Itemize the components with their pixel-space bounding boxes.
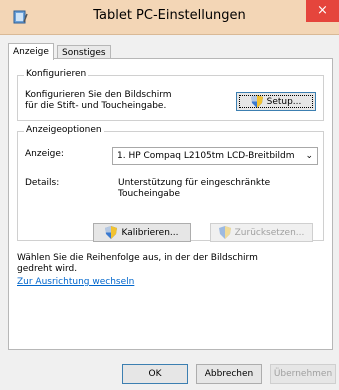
details-text-line1: Unterstützung für eingeschränkte [118,178,271,188]
display-options-legend: Anzeigeoptionen [24,125,104,135]
tablet-pc-icon [13,10,28,24]
configure-legend: Konfigurieren [24,69,89,79]
orientation-text-line1: Wählen Sie die Reihenfolge aus, in der d… [17,253,258,263]
display-select-value: 1. HP Compaq L2105tm LCD-Breitbildm [117,151,295,161]
orientation-link[interactable]: Zur Ausrichtung wechseln [17,277,134,288]
display-label: Anzeige: [25,149,64,159]
cancel-button[interactable]: Abbrechen [196,364,262,384]
orientation-text-line2: gedreht wird. [17,264,78,274]
uac-shield-icon [218,226,231,239]
tab-anzeige[interactable]: Anzeige [8,43,54,60]
details-text-line2: Toucheingabe [118,189,181,199]
window-title: Tablet PC-Einstellungen [93,8,246,23]
apply-button[interactable]: Übernehmen [270,364,336,384]
reset-button-label: Zurücksetzen... [234,227,305,238]
configure-text-line1: Konfigurieren Sie den Bildschirm [25,90,172,100]
configure-text-line2: für die Stift- und Toucheingabe. [25,101,167,111]
calibrate-button[interactable]: Kalibrieren... [93,223,191,242]
setup-button-label: Setup... [266,96,302,107]
setup-button[interactable]: Setup... [236,92,316,111]
ok-button[interactable]: OK [122,364,188,384]
uac-shield-icon [250,95,263,108]
uac-shield-icon [105,226,118,239]
title-bar: Tablet PC-Einstellungen × [0,0,339,35]
display-select[interactable]: 1. HP Compaq L2105tm LCD-Breitbildm ⌄ [112,147,318,165]
details-label: Details: [25,178,60,188]
calibrate-button-label: Kalibrieren... [121,227,179,238]
reset-button[interactable]: Zurücksetzen... [210,223,313,242]
close-button[interactable]: × [306,0,339,22]
chevron-down-icon: ⌄ [305,151,313,161]
